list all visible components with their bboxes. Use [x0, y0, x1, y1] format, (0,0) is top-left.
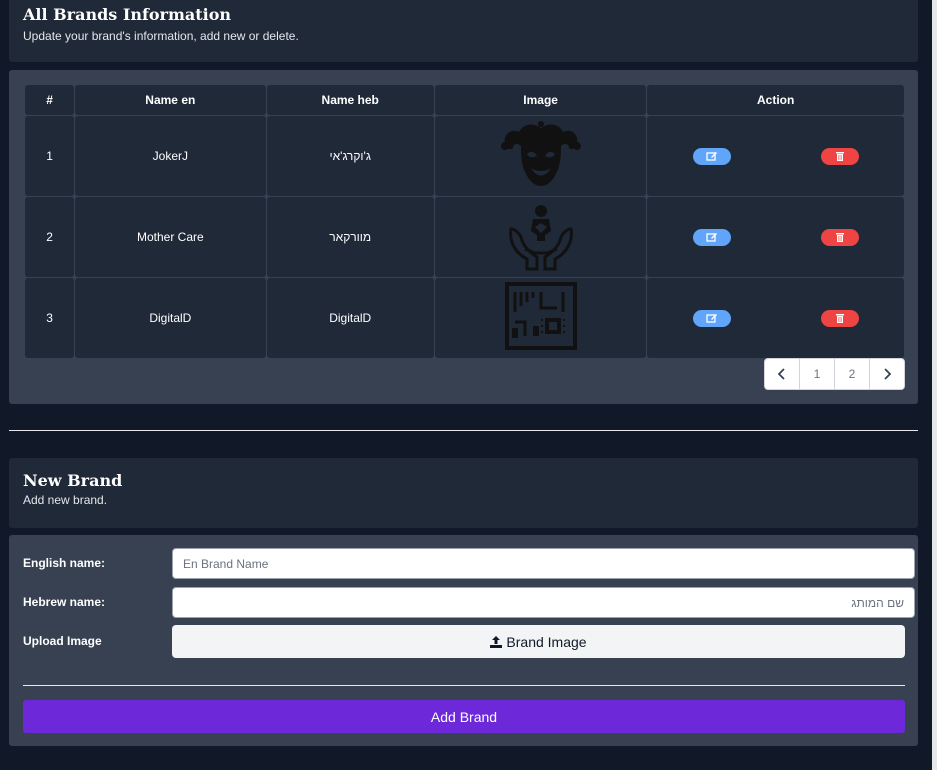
upload-image-button[interactable]: Brand Image [172, 625, 905, 658]
action-cell [647, 116, 904, 196]
brand-image-cell [434, 278, 647, 358]
edit-icon [705, 233, 717, 242]
brand-name-heb: DigitalD [266, 278, 434, 358]
all-brands-header: All Brands Information Update your brand… [9, 0, 918, 62]
table-header-row: # Name en Name heb Image Action [25, 85, 904, 115]
table-row: 3 DigitalD DigitalD [25, 278, 904, 358]
col-header-action: Action [647, 85, 904, 115]
delete-brand-button[interactable] [820, 147, 859, 165]
col-header-image: Image [434, 85, 647, 115]
pagination-next-button[interactable] [869, 359, 904, 389]
col-header-name-en: Name en [75, 85, 266, 115]
row-number: 3 [25, 278, 75, 358]
action-cell [647, 197, 904, 277]
brand-name-heb: ג'וקרג'אי [266, 116, 434, 196]
page-subtitle: Update your brand's information, add new… [23, 29, 299, 43]
trash-icon [835, 232, 844, 242]
edit-icon [705, 152, 717, 161]
trash-icon [835, 151, 844, 161]
hands-holding-baby-icon [508, 205, 573, 271]
jester-mask-icon [500, 121, 581, 186]
delete-brand-button[interactable] [820, 309, 859, 327]
pagination-page-1[interactable]: 1 [799, 359, 834, 389]
new-brand-title: New Brand [23, 471, 123, 490]
col-header-name-heb: Name heb [266, 85, 434, 115]
section-divider [9, 430, 918, 431]
brand-image-cell [434, 116, 647, 196]
hebrew-name-input[interactable] [172, 587, 915, 618]
col-header-number: # [25, 85, 75, 115]
page-title: All Brands Information [23, 5, 232, 24]
brand-name-en: Mother Care [75, 197, 266, 277]
brand-image-cell [434, 197, 647, 277]
page-scrollbar[interactable] [932, 0, 937, 770]
brand-name-en: JokerJ [75, 116, 266, 196]
pagination: 1 2 [764, 358, 905, 390]
new-brand-subtitle: Add new brand. [23, 493, 108, 507]
chevron-left-icon [778, 368, 785, 380]
circuit-board-icon [504, 282, 577, 350]
english-name-input[interactable] [172, 548, 915, 579]
new-brand-form: English name: Hebrew name: Upload Image … [9, 535, 918, 746]
brand-name-heb: מוורקאר [266, 197, 434, 277]
edit-brand-button[interactable] [692, 309, 731, 327]
brands-table: # Name en Name heb Image Action 1 JokerJ… [24, 84, 905, 359]
edit-icon [705, 314, 717, 323]
action-cell [647, 278, 904, 358]
english-name-label: English name: [23, 556, 106, 570]
delete-brand-button[interactable] [820, 228, 859, 246]
chevron-right-icon [884, 368, 891, 380]
table-row: 2 Mother Care מוורקאר [25, 197, 904, 277]
edit-brand-button[interactable] [692, 147, 731, 165]
upload-button-label: Brand Image [506, 633, 587, 650]
row-number: 2 [25, 197, 75, 277]
pagination-prev-button[interactable] [765, 359, 799, 389]
brand-name-en: DigitalD [75, 278, 266, 358]
table-row: 1 JokerJ ג'וקרג'אי [25, 116, 904, 196]
trash-icon [835, 313, 844, 323]
brands-table-panel: # Name en Name heb Image Action 1 JokerJ… [9, 70, 918, 404]
new-brand-header: New Brand Add new brand. [9, 458, 918, 528]
upload-image-label: Upload Image [23, 634, 102, 648]
form-divider [23, 685, 905, 686]
edit-brand-button[interactable] [692, 228, 731, 246]
hebrew-name-label: Hebrew name: [23, 595, 106, 609]
add-brand-button[interactable]: Add Brand [23, 700, 905, 733]
pagination-page-2[interactable]: 2 [834, 359, 869, 389]
upload-icon [490, 635, 503, 648]
row-number: 1 [25, 116, 75, 196]
